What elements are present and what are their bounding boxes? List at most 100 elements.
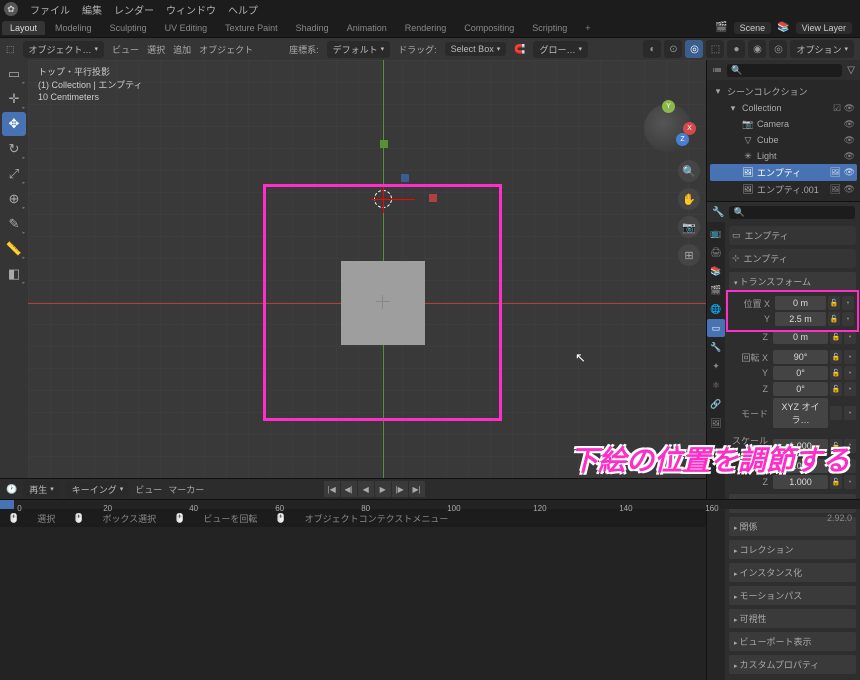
prop-tab-scene[interactable]: 🎬	[707, 281, 725, 299]
rotation-x-field[interactable]: 90°	[773, 350, 828, 364]
tab-texture[interactable]: Texture Paint	[217, 21, 286, 35]
overlay-toggle-icon[interactable]: ⊙	[664, 40, 682, 58]
magnet-icon[interactable]: 🧲	[514, 44, 525, 55]
lock-icon[interactable]: 🔓	[830, 366, 842, 380]
shading-matprev-icon[interactable]: ◉	[748, 40, 766, 58]
tab-animation[interactable]: Animation	[339, 21, 395, 35]
location-z-field[interactable]: 0 m	[773, 330, 828, 344]
anim-dot-icon[interactable]: •	[842, 312, 854, 326]
timeline-keying-dd[interactable]: キーイング	[66, 481, 130, 498]
outliner-item-empty-selected[interactable]: 🖼 エンプティ🖼 👁	[710, 164, 857, 181]
timeline-playback-dd[interactable]: 再生	[23, 481, 60, 498]
menu-render[interactable]: レンダー	[114, 2, 154, 17]
nav-gizmo[interactable]: Y X Z	[640, 100, 696, 156]
outliner-item-cube[interactable]: ▽ Cube👁	[710, 132, 857, 148]
shading-render-icon[interactable]: ◎	[769, 40, 787, 58]
object-name-field[interactable]: ⊹ エンプティ	[729, 249, 856, 268]
zoom-icon[interactable]: 🔍	[678, 160, 700, 182]
move-handle-z[interactable]	[401, 174, 409, 182]
move-handle-y[interactable]	[380, 140, 388, 148]
viewport-3d[interactable]: トップ・平行投影 (1) Collection | エンプティ 10 Centi…	[28, 60, 706, 478]
snap-dropdown[interactable]: グロー…	[533, 41, 588, 58]
timeline-view[interactable]: ビュー	[135, 483, 162, 496]
tab-shading[interactable]: Shading	[288, 21, 337, 35]
panel-custom-props[interactable]: カスタムプロパティ	[729, 655, 856, 674]
outliner-item-empty-001[interactable]: 🖼 エンプティ.001🖼 👁	[710, 181, 857, 198]
panel-motion-paths[interactable]: モーションパス	[729, 586, 856, 605]
anim-dot-icon[interactable]: •	[844, 366, 856, 380]
header-select[interactable]: 選択	[147, 43, 165, 56]
header-view[interactable]: ビュー	[112, 43, 139, 56]
anim-dot-icon[interactable]: •	[844, 406, 856, 420]
tool-rotate[interactable]: ↻	[2, 137, 26, 161]
lock-icon[interactable]: 🔓	[830, 350, 842, 364]
outliner-editor-icon[interactable]: ≔	[712, 65, 722, 76]
lock-icon[interactable]: 🔓	[828, 312, 840, 326]
keyframe-next-icon[interactable]: |▶	[392, 481, 408, 497]
tool-annotate[interactable]: ✎	[2, 212, 26, 236]
props-search[interactable]: 🔍	[729, 206, 855, 219]
outliner-scene-collection[interactable]: ▾ シーンコレクション	[710, 83, 857, 100]
scene-field[interactable]: Scene	[734, 22, 772, 34]
panel-visibility[interactable]: 可視性	[729, 609, 856, 628]
tab-compositing[interactable]: Compositing	[456, 21, 522, 35]
tool-select-box[interactable]: ▭	[2, 62, 26, 86]
tab-layout[interactable]: Layout	[2, 21, 45, 35]
tab-rendering[interactable]: Rendering	[397, 21, 455, 35]
tab-scripting[interactable]: Scripting	[524, 21, 575, 35]
prop-tab-modifiers[interactable]: 🔧	[707, 338, 725, 356]
keyframe-prev-icon[interactable]: ◀|	[341, 481, 357, 497]
panel-collections[interactable]: コレクション	[729, 540, 856, 559]
jump-start-icon[interactable]: |◀	[324, 481, 340, 497]
anim-dot-icon[interactable]: •	[844, 350, 856, 364]
prop-tab-physics[interactable]: ⚛	[707, 376, 725, 394]
nav-axis-y[interactable]: Y	[662, 100, 675, 113]
rotation-z-field[interactable]: 0°	[773, 382, 828, 396]
tool-add-cube[interactable]: ◧	[2, 262, 26, 286]
location-y-field[interactable]: 2.5 m	[775, 312, 826, 326]
tool-move[interactable]: ✥	[2, 112, 26, 136]
play-reverse-icon[interactable]: ◀	[358, 481, 374, 497]
props-editor-icon[interactable]: 🔧	[712, 207, 724, 218]
outliner-item-light[interactable]: ✳ Light👁	[710, 148, 857, 164]
prop-tab-render[interactable]: 📺	[707, 224, 725, 242]
perspective-icon[interactable]: ⊞	[678, 244, 700, 266]
anim-dot-icon[interactable]: •	[842, 296, 854, 310]
tab-uv[interactable]: UV Editing	[157, 21, 216, 35]
prop-tab-output[interactable]: 🖨	[707, 243, 725, 261]
menu-edit[interactable]: 編集	[82, 2, 102, 17]
move-handle-x[interactable]	[429, 194, 437, 202]
tool-transform[interactable]: ⊕	[2, 187, 26, 211]
anim-dot-icon[interactable]: •	[844, 330, 856, 344]
outliner-filter-icon[interactable]: ▽	[847, 65, 855, 76]
outliner-collection[interactable]: ▾ Collection ☑ 👁	[710, 100, 857, 116]
jump-end-icon[interactable]: ▶|	[409, 481, 425, 497]
mode-dropdown[interactable]: オブジェクト…	[23, 41, 105, 58]
panel-instancing[interactable]: インスタンス化	[729, 563, 856, 582]
prop-tab-constraints[interactable]: 🔗	[707, 395, 725, 413]
prop-tab-world[interactable]: 🌐	[707, 300, 725, 318]
lock-icon[interactable]: 🔓	[830, 382, 842, 396]
menu-window[interactable]: ウィンドウ	[166, 2, 216, 17]
prop-tab-object[interactable]: ▭	[707, 319, 725, 337]
shading-wire-icon[interactable]: ⬚	[706, 40, 724, 58]
menu-file[interactable]: ファイル	[30, 2, 70, 17]
shading-solid-icon[interactable]: ●	[727, 40, 745, 58]
xray-toggle-icon[interactable]: ◎	[685, 40, 703, 58]
tab-add[interactable]: +	[577, 21, 598, 35]
object-empty[interactable]	[378, 297, 388, 307]
editor-type-icon[interactable]: ⬚	[6, 44, 15, 55]
outliner-search[interactable]: 🔍	[727, 64, 842, 77]
location-x-field[interactable]: 0 m	[775, 296, 826, 310]
outliner-item-camera[interactable]: 📷 Camera👁	[710, 116, 857, 132]
tool-cursor[interactable]: ✛	[2, 87, 26, 111]
anim-dot-icon[interactable]: •	[844, 382, 856, 396]
orientation-dropdown[interactable]: デフォルト	[327, 41, 391, 58]
tool-measure[interactable]: 📏	[2, 237, 26, 261]
lock-icon[interactable]: 🔓	[830, 330, 842, 344]
tab-modeling[interactable]: Modeling	[47, 21, 100, 35]
options-dropdown[interactable]: オプション	[790, 40, 854, 58]
menu-help[interactable]: ヘルプ	[228, 2, 258, 17]
prop-tab-data[interactable]: 🖼	[707, 414, 725, 432]
view-layer-field[interactable]: View Layer	[796, 22, 852, 34]
